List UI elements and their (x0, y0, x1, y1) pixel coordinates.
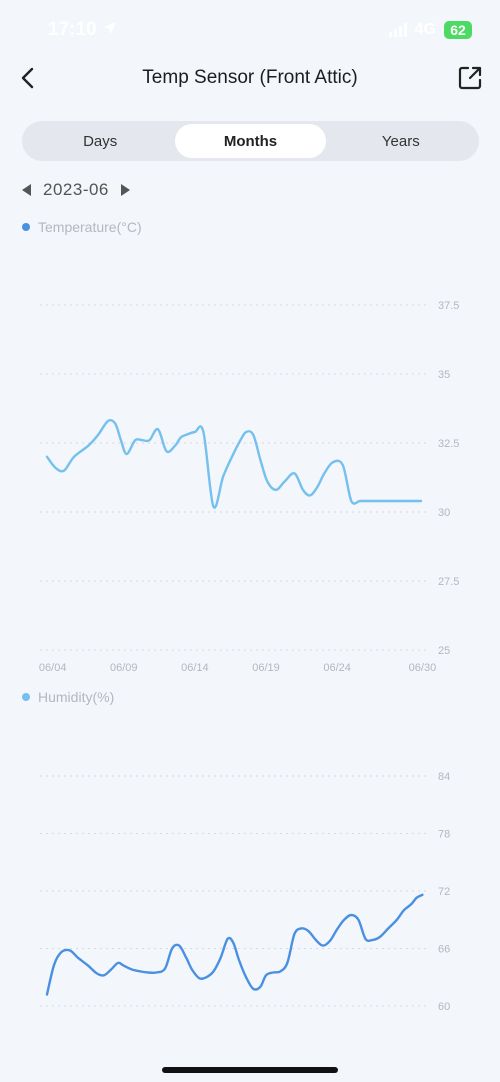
chevron-left-icon (21, 67, 34, 89)
humidity-legend-dot (22, 693, 30, 701)
triangle-right-icon[interactable] (120, 184, 130, 196)
temperature-legend-label: Temperature(°C) (38, 219, 142, 235)
date-navigator: 2023-06 (22, 176, 130, 204)
y-tick-label: 25 (438, 645, 450, 657)
y-tick-label: 37.5 (438, 300, 459, 312)
status-time: 17:10 (48, 19, 97, 40)
y-tick-label: 60 (438, 1001, 450, 1013)
temperature-chart: 25 27.5 30 32.5 35 37.5 06/04 06/09 06/14 06/19 06… (39, 300, 459, 674)
temperature-legend: Temperature(°C) (22, 219, 142, 235)
series-line (45, 418, 423, 509)
y-tick-label: 27.5 (438, 576, 459, 588)
x-tick-label: 06/04 (39, 662, 67, 674)
humidity-legend: Humidity(%) (22, 689, 114, 705)
series-line (45, 893, 424, 996)
y-tick-label: 32.5 (438, 438, 459, 450)
status-bar: 17:10 4G 62 (0, 0, 500, 60)
tab-months[interactable]: Months (175, 124, 326, 158)
triangle-left-icon[interactable] (22, 184, 31, 196)
x-tick-label: 06/19 (252, 662, 280, 674)
x-tick-label: 06/09 (110, 662, 138, 674)
cellular-signal-icon (388, 23, 407, 37)
x-tick-label: 06/14 (181, 662, 209, 674)
status-right-group: 4G 62 (388, 21, 472, 39)
humidity-legend-label: Humidity(%) (38, 689, 115, 705)
tab-years[interactable]: Years (326, 124, 476, 158)
y-tick-label: 84 (438, 771, 450, 783)
page-title: Temp Sensor (Front Attic) (142, 67, 358, 88)
x-tick-label: 06/24 (323, 662, 351, 674)
chart-gridlines (40, 775, 428, 1007)
x-tick-label: 06/30 (409, 662, 437, 674)
current-period: 2023-06 (43, 180, 109, 199)
share-button[interactable] (454, 62, 486, 94)
y-tick-label: 66 (438, 944, 450, 956)
battery-level: 62 (444, 21, 472, 39)
y-tick-label: 78 (438, 829, 450, 841)
y-tick-label: 72 (438, 886, 450, 898)
share-external-icon (458, 66, 482, 90)
back-button[interactable] (12, 62, 44, 94)
chart-gridlines (40, 304, 428, 651)
temperature-legend-dot (22, 223, 30, 231)
network-type: 4G (414, 21, 436, 38)
location-arrow-icon (103, 19, 117, 41)
status-time-group: 17:10 (48, 19, 117, 41)
navigation-bar: Temp Sensor (Front Attic) (0, 56, 500, 100)
period-segmented-control: Days Months Years (22, 121, 479, 161)
y-tick-label: 35 (438, 369, 450, 381)
humidity-chart: 60 66 72 78 84 (40, 771, 450, 1013)
home-indicator (162, 1067, 338, 1073)
tab-days[interactable]: Days (25, 124, 175, 158)
y-tick-label: 30 (438, 507, 450, 519)
